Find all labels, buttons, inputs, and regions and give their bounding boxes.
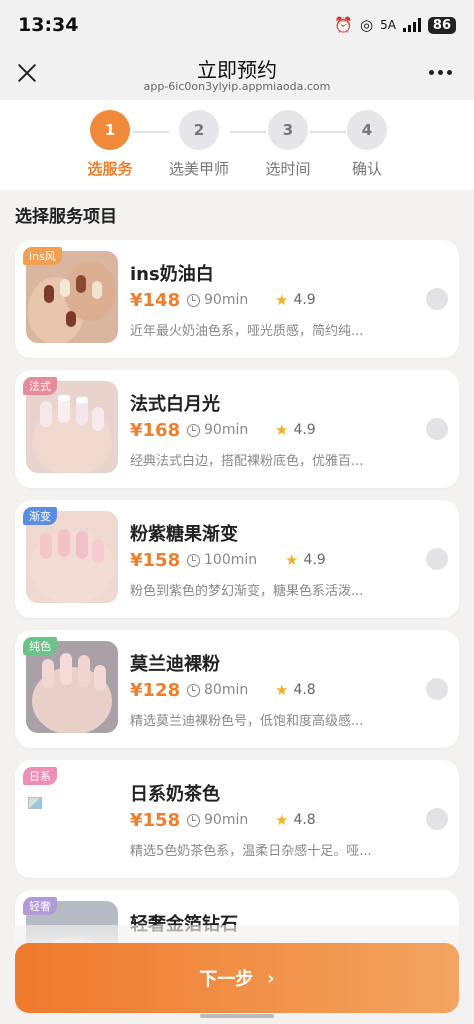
next-step-button[interactable]: 下一步 ›	[15, 943, 459, 1013]
clock-icon	[187, 293, 200, 307]
title-bar: 立即预约 app-6ic0on3ylyip.appmiaoda.com	[0, 50, 474, 100]
status-time: 13:34	[18, 14, 79, 36]
battery-indicator: 86	[427, 16, 456, 34]
service-card-morandi-nude[interactable]: 纯色 莫兰迪裸粉 ¥128 80min ★ 4.8 精选莫兰迪裸粉色号，低饱和度高…	[15, 630, 459, 748]
section-title: 选择服务项目	[15, 207, 117, 227]
step-number: 1	[90, 110, 130, 150]
clock-icon	[187, 553, 200, 567]
service-card-pink-purple-gradient[interactable]: 渐变 粉紫糖果渐变 ¥158 100min ★ 4.9 粉色到紫色的梦幻渐变，糖果…	[15, 500, 459, 618]
step-1: 1 选服务	[65, 110, 155, 179]
step-number: 2	[179, 110, 219, 150]
style-tag: 渐变	[23, 507, 57, 525]
service-description: 精选5色奶茶色系，温柔日杂感十足。哑...	[130, 844, 372, 859]
select-radio[interactable]	[426, 418, 448, 440]
star-icon: ★	[275, 291, 289, 309]
service-description: 近年最火奶油色系，哑光质感，简约纯...	[130, 324, 364, 339]
service-card-ins-cream[interactable]: ins风 ins奶油白 ¥148 90min ★ 4.9 近年最火奶油色系，哑光质…	[15, 240, 459, 358]
service-card-japanese-milk-tea[interactable]: 日系 日系奶茶色 ¥158 90min ★ 4.8 精选5色奶茶色系，温柔日杂感十…	[15, 760, 459, 878]
step-label: 选服务	[87, 160, 133, 178]
page-url: app-6ic0on3ylyip.appmiaoda.com	[143, 80, 331, 93]
chevron-right-icon: ›	[267, 967, 275, 989]
star-icon: ★	[275, 681, 289, 699]
service-price: ¥158	[130, 810, 181, 831]
service-card-french-white[interactable]: 法式 法式白月光 ¥168 90min ★ 4.9 经典法式白边，搭配裸粉底色，优…	[15, 370, 459, 488]
signal-icon	[402, 18, 421, 32]
step-label: 选美甲师	[168, 160, 229, 178]
step-2: 2 选美甲师	[154, 110, 244, 179]
select-radio[interactable]	[426, 548, 448, 570]
page-title: 立即预约	[197, 58, 277, 82]
service-description: 精选莫兰迪裸粉色号，低饱和度高级感...	[130, 714, 364, 729]
service-duration: 90min	[187, 292, 248, 308]
clock-icon	[187, 683, 200, 697]
step-number: 3	[268, 110, 308, 150]
star-icon: ★	[275, 421, 289, 439]
select-radio[interactable]	[426, 808, 448, 830]
service-rating: ★ 4.8	[275, 811, 316, 829]
style-tag: 轻奢	[23, 897, 57, 915]
hotspot-icon: ◎	[359, 16, 374, 34]
service-rating: ★ 4.9	[275, 421, 316, 439]
service-name: 粉紫糖果渐变	[130, 524, 238, 545]
select-radio[interactable]	[426, 678, 448, 700]
service-name: ins奶油白	[130, 264, 214, 285]
service-rating: ★ 4.9	[285, 551, 326, 569]
status-icons: ⏰ ◎ 5A 86	[334, 16, 456, 34]
service-rating: ★ 4.8	[275, 681, 316, 699]
service-price: ¥158	[130, 550, 181, 571]
service-name: 法式白月光	[130, 394, 220, 415]
service-name: 日系奶茶色	[130, 784, 220, 805]
service-name: 莫兰迪裸粉	[130, 654, 220, 675]
style-tag: ins风	[23, 247, 62, 265]
service-duration: 90min	[187, 422, 248, 438]
next-step-label: 下一步	[199, 969, 254, 990]
style-tag: 法式	[23, 377, 57, 395]
broken-image-icon	[28, 797, 42, 809]
more-icon[interactable]	[429, 70, 452, 75]
network-type: 5A	[380, 18, 396, 32]
service-description: 经典法式白边，搭配裸粉底色，优雅百...	[130, 454, 364, 469]
service-duration: 100min	[187, 552, 257, 568]
step-3: 3 选时间	[243, 110, 333, 179]
service-price: ¥128	[130, 680, 181, 701]
step-4: 4 确认	[322, 110, 412, 179]
status-bar: 13:34 ⏰ ◎ 5A 86	[0, 0, 474, 50]
service-duration: 90min	[187, 812, 248, 828]
clock-icon	[187, 423, 200, 437]
select-radio[interactable]	[426, 288, 448, 310]
star-icon: ★	[285, 551, 299, 569]
clock-icon	[187, 813, 200, 827]
home-indicator	[200, 1014, 274, 1018]
step-number: 4	[347, 110, 387, 150]
star-icon: ★	[275, 811, 289, 829]
alarm-icon: ⏰	[334, 16, 353, 34]
style-tag: 纯色	[23, 637, 57, 655]
service-description: 粉色到紫色的梦幻渐变，糖果色系活泼...	[130, 584, 364, 599]
style-tag: 日系	[23, 767, 57, 785]
step-label: 选时间	[265, 160, 311, 178]
service-price: ¥168	[130, 420, 181, 441]
service-duration: 80min	[187, 682, 248, 698]
step-label: 确认	[351, 160, 382, 178]
service-rating: ★ 4.9	[275, 291, 316, 309]
step-indicator: 1 选服务 2 选美甲师 3 选时间 4 确认	[0, 100, 474, 190]
service-price: ¥148	[130, 290, 181, 311]
